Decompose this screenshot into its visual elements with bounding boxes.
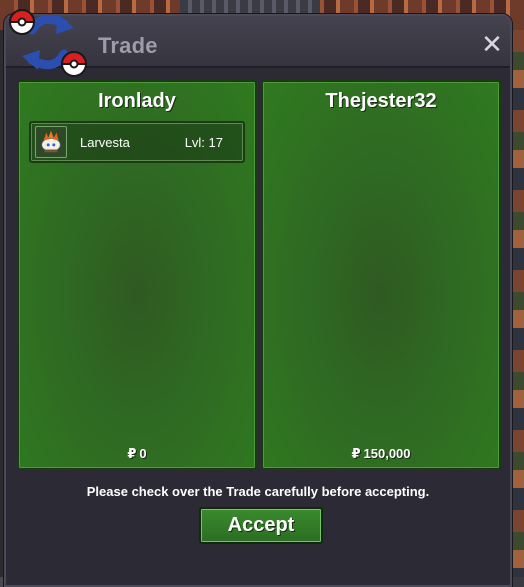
trade-window: Trade ✕ Ironlady Larvesta Lvl: 17 ₽ 0 Th… [4,9,512,587]
trade-logo-icon [8,9,88,77]
player-name: Ironlady [98,90,176,112]
trade-item-slot[interactable]: Larvesta Lvl: 17 [29,121,245,163]
pokedollar-icon: ₽ [127,446,137,461]
window-title: Trade [98,33,158,58]
larvesta-sprite-icon [35,126,67,158]
game-background-right [510,30,524,587]
money-amount: 0 [139,446,147,461]
accept-button[interactable]: Accept [199,507,323,544]
item-name: Larvesta [80,135,130,150]
money-offer: ₽150,000 [263,446,499,462]
player-panel-thejester32: Thejester32 ₽150,000 [261,80,501,470]
player-name: Thejester32 [325,90,437,112]
item-level: Lvl: 17 [184,135,223,150]
money-offer: ₽0 [19,446,255,462]
player-panel-ironlady: Ironlady Larvesta Lvl: 17 ₽0 [17,80,257,470]
pokedollar-icon: ₽ [351,446,361,461]
money-amount: 150,000 [363,446,411,461]
close-icon[interactable]: ✕ [480,31,504,57]
trade-notice: Please check over the Trade carefully be… [86,484,430,499]
